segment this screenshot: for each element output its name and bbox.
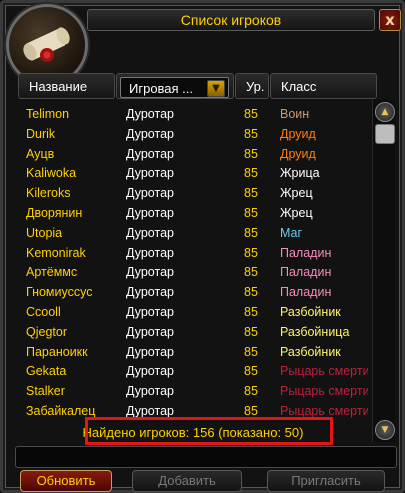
player-class: Жрец (280, 205, 313, 220)
player-level: 85 (244, 107, 258, 121)
player-level: 85 (244, 265, 258, 280)
player-class: Разбойник (280, 344, 341, 359)
player-name: Ccooll (26, 304, 61, 319)
player-row[interactable]: Kemonirak Дуротар 85 Паладин (18, 243, 368, 263)
player-class: Друид (280, 146, 316, 161)
zone-dropdown[interactable]: Игровая ... ▼ (120, 77, 229, 98)
who-search-input[interactable] (15, 446, 397, 468)
player-class: Разбойник (280, 304, 341, 319)
player-list: Telimon Дуротар 85 Воин Durik Дуротар 85 Друид А… (18, 104, 368, 422)
zone-dropdown-value: Игровая ... (129, 81, 194, 96)
player-class: Друид (280, 126, 316, 141)
player-zone: Дуротар (126, 245, 174, 260)
window-title: Список игроков (87, 9, 375, 31)
player-level: 85 (244, 225, 258, 240)
player-zone: Дуротар (126, 205, 174, 220)
player-name: Telimon (26, 107, 70, 121)
player-level: 85 (244, 304, 258, 319)
player-class: Жрица (280, 166, 320, 181)
player-class: Паладин (280, 265, 332, 280)
player-name: Gekata (26, 364, 67, 379)
player-row[interactable]: Utopia Дуротар 85 Маг (18, 223, 368, 243)
player-class: Жрец (280, 186, 313, 201)
player-name: Kemonirak (26, 245, 86, 260)
player-zone: Дуротар (126, 126, 174, 141)
player-row[interactable]: Ccooll Дуротар 85 Разбойник (18, 302, 368, 322)
player-name: Kaliwoka (26, 166, 77, 181)
player-zone: Дуротар (126, 186, 174, 201)
player-level: 85 (244, 205, 258, 220)
column-header-level[interactable]: Ур. (235, 73, 269, 99)
player-level: 85 (244, 364, 258, 379)
player-row[interactable]: Gekata Дуротар 85 Рыцарь смерти (18, 361, 368, 381)
highlight-annotation (85, 417, 333, 445)
player-name: Utopia (26, 225, 63, 240)
player-name: Артёммс (26, 265, 78, 280)
player-row[interactable]: Durik Дуротар 85 Друид (18, 124, 368, 144)
scroll-up-icon[interactable]: ▲ (375, 102, 395, 122)
who-list-window: Список игроков x Название Игровая ... ▼ … (0, 0, 405, 493)
chevron-down-icon[interactable]: ▼ (207, 80, 225, 97)
player-name: Дворянин (26, 205, 83, 220)
player-level: 85 (244, 324, 258, 339)
player-class: Разбойница (280, 324, 350, 339)
player-zone: Дуротар (126, 107, 174, 121)
player-name: Ауцв (26, 146, 55, 161)
player-zone: Дуротар (126, 384, 174, 399)
player-zone: Дуротар (126, 344, 174, 359)
player-zone: Дуротар (126, 225, 174, 240)
player-level: 85 (244, 126, 258, 141)
player-level: 85 (244, 285, 258, 300)
player-class: Рыцарь смерти (280, 364, 368, 379)
refresh-button[interactable]: Обновить (20, 470, 112, 492)
player-name: Kileroks (26, 186, 71, 201)
player-row[interactable]: Артёммс Дуротар 85 Паладин (18, 262, 368, 282)
player-row[interactable]: Гномиуссус Дуротар 85 Паладин (18, 282, 368, 302)
player-zone: Дуротар (126, 166, 174, 181)
player-class: Маг (280, 225, 303, 240)
player-class: Паладин (280, 245, 332, 260)
player-class: Рыцарь смерти (280, 384, 368, 399)
player-zone: Дуротар (126, 364, 174, 379)
player-class: Воин (280, 107, 310, 121)
player-zone: Дуротар (126, 304, 174, 319)
player-zone: Дуротар (126, 265, 174, 280)
player-level: 85 (244, 245, 258, 260)
column-header-name[interactable]: Название (18, 73, 115, 99)
player-level: 85 (244, 384, 258, 399)
player-name: Гномиуссус (26, 285, 93, 300)
player-row[interactable]: Kaliwoka Дуротар 85 Жрица (18, 163, 368, 183)
player-row[interactable]: Telimon Дуротар 85 Воин (18, 104, 368, 124)
player-name: Stalker (26, 384, 65, 399)
player-row[interactable]: Stalker Дуротар 85 Рыцарь смерти (18, 381, 368, 401)
player-row[interactable]: Параноикк Дуротар 85 Разбойник (18, 342, 368, 362)
player-zone: Дуротар (126, 324, 174, 339)
invite-button[interactable]: Пригласить (267, 470, 385, 492)
close-button[interactable]: x (379, 9, 401, 31)
player-row[interactable]: Дворянин Дуротар 85 Жрец (18, 203, 368, 223)
scroll-icon (23, 27, 70, 62)
player-class: Паладин (280, 285, 332, 300)
player-row[interactable]: Kileroks Дуротар 85 Жрец (18, 183, 368, 203)
player-row[interactable]: Qjegtor Дуротар 85 Разбойница (18, 322, 368, 342)
player-zone: Дуротар (126, 146, 174, 161)
player-level: 85 (244, 186, 258, 201)
column-header-class[interactable]: Класс (270, 73, 377, 99)
player-name: Параноикк (26, 344, 88, 359)
scrollbar[interactable]: ▲ ▼ (372, 100, 395, 442)
player-zone: Дуротар (126, 285, 174, 300)
scroll-thumb[interactable] (375, 124, 395, 144)
player-level: 85 (244, 344, 258, 359)
scroll-down-icon[interactable]: ▼ (375, 420, 395, 440)
player-name: Durik (26, 126, 56, 141)
add-button[interactable]: Добавить (132, 470, 242, 492)
player-level: 85 (244, 146, 258, 161)
player-name: Qjegtor (26, 324, 67, 339)
player-level: 85 (244, 166, 258, 181)
player-row[interactable]: Ауцв Дуротар 85 Друид (18, 144, 368, 164)
